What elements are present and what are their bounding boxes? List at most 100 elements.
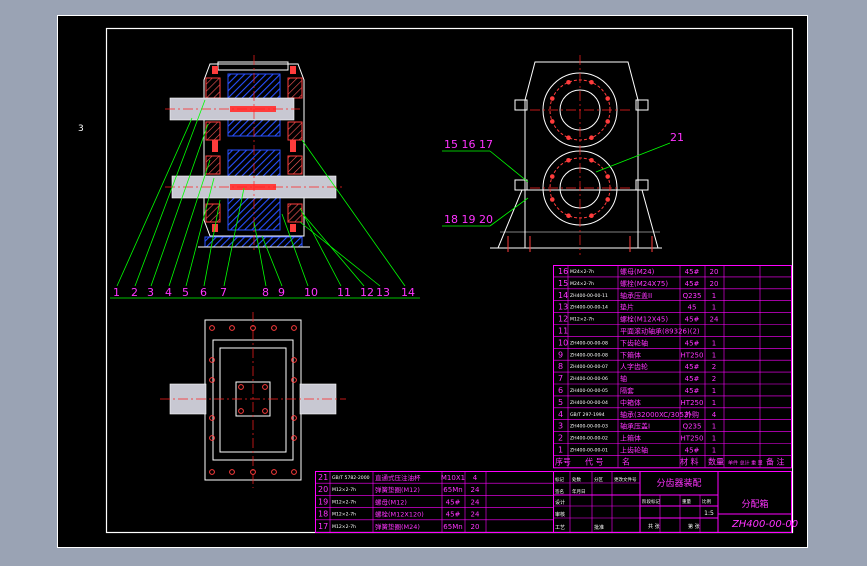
part-qty: 4 <box>473 474 478 482</box>
part-code: ZH400-00-00-08 <box>570 352 608 358</box>
side-callout-group-a: 15 16 17 <box>444 138 493 151</box>
bolt-hole <box>605 119 611 124</box>
bolt-hole <box>549 197 555 202</box>
front-callout-8: 8 <box>262 286 269 299</box>
bearing-upper-left <box>205 77 221 99</box>
title-role-label: 设计 <box>555 499 565 506</box>
part-no: 5 <box>558 398 563 407</box>
part-name: 螺栓(M24X75) <box>620 279 668 288</box>
title-sheet-label: 共 张 <box>648 523 660 530</box>
part-code: ZH400-00-00-11 <box>570 293 608 299</box>
part-material: 65Mn <box>443 523 462 531</box>
part-name: 下齿轮轴 <box>620 338 648 347</box>
bolt-hole <box>566 213 571 219</box>
front-base <box>204 236 303 248</box>
title-row-label: 标记 <box>555 476 564 483</box>
part-no: 14 <box>558 291 568 300</box>
part-no: 18 <box>318 510 328 519</box>
part-material: 45# <box>446 498 461 506</box>
part-material: 45# <box>685 447 700 455</box>
part-code: ZH400-00-00-04 <box>570 400 608 406</box>
part-name: 轴承压盖I <box>620 422 650 431</box>
front-callout-1: 1 <box>113 286 120 299</box>
bolt-hole <box>566 79 571 85</box>
part-code: M24×2-7h <box>570 281 594 287</box>
front-callout-7: 7 <box>220 286 227 299</box>
part-material: 45# <box>685 387 700 395</box>
parts-list-header-cell: 序号 <box>555 456 571 466</box>
title-role-label: 审核 <box>555 511 565 518</box>
title-role-label: 工艺 <box>555 525 565 531</box>
part-name: 上箱体 <box>620 434 641 443</box>
part-code: ZH400-00-00-05 <box>570 388 608 394</box>
part-material: Q235 <box>683 423 702 431</box>
sheet-marker: 3 <box>78 124 84 134</box>
part-code: M12×2-7h <box>332 487 356 493</box>
part-name: 轴承压盖II <box>620 291 652 300</box>
part-name: 人字齿轮 <box>620 362 648 371</box>
title-stage-label: 阶段标记 <box>642 498 660 505</box>
part-material: 65Mn <box>443 486 462 494</box>
part-code: ZH400-00-00-08 <box>570 340 608 346</box>
bolt-hole <box>605 197 611 202</box>
part-code: M12×2-7h <box>570 317 594 323</box>
part-name: 直通式压注油杯 <box>375 473 421 482</box>
part-qty: 24 <box>471 486 480 494</box>
parts-list-header-cell: 备 注 <box>766 456 785 466</box>
part-qty: 20 <box>710 268 719 276</box>
part-no: 11 <box>558 327 568 336</box>
part-no: 20 <box>318 485 328 494</box>
part-material: HT250 <box>681 399 704 407</box>
part-material: 45# <box>685 363 700 371</box>
part-qty: 2 <box>712 363 716 371</box>
part-material: 外购 <box>685 410 699 419</box>
part-name: 垫片 <box>620 303 634 312</box>
part-code: GB/T 297-1994 <box>570 412 605 418</box>
title-row-label: 年月日 <box>572 488 586 495</box>
part-material: 45# <box>685 280 700 288</box>
title-row-label: 签名 <box>555 488 564 495</box>
title-row-label: 分区 <box>594 476 603 483</box>
part-material: 45# <box>685 268 700 276</box>
scale-value: 1:5 <box>704 510 714 517</box>
title-sheet-label: 第 张 <box>688 523 700 530</box>
part-material: Q235 <box>683 292 702 300</box>
parts-list-header-cell: 代 号 <box>585 456 604 466</box>
part-name: 螺栓(M12X45) <box>620 315 668 324</box>
part-code: GB/T 5782-2000 <box>332 475 370 481</box>
assembly-name: 分齿器装配 <box>656 477 701 489</box>
part-code: M12×2-7h <box>332 499 356 505</box>
part-name: 轴 <box>620 374 627 383</box>
part-code: M24×2-7h <box>570 269 594 275</box>
bearing-upper-right-2 <box>287 121 303 141</box>
title-stage-label: 重量 <box>682 498 691 505</box>
part-no: 16 <box>558 267 568 276</box>
drawing-sheet: 3 1 2 3 4 5 6 7 8 9 10 11 12 13 14 15 16… <box>57 15 808 548</box>
part-no: 9 <box>558 350 563 359</box>
part-material: 45# <box>685 375 700 383</box>
part-material: 45 <box>688 304 697 312</box>
part-code: ZH400-00-00-14 <box>570 305 608 311</box>
cad-drawing-canvas[interactable]: 3 1 2 3 4 5 6 7 8 9 10 11 12 13 14 15 16… <box>0 0 867 562</box>
part-name: 下箱体 <box>620 350 641 359</box>
part-name: 螺母(M24) <box>620 267 655 276</box>
bolt-hole <box>605 174 611 179</box>
parts-list-header-cell: 材 料 <box>680 456 699 466</box>
part-material: HT250 <box>681 351 704 359</box>
part-qty: 20 <box>710 280 719 288</box>
part-name: 上齿轮轴 <box>620 446 648 455</box>
part-material: 45# <box>446 511 461 519</box>
part-code: ZH400-00-00-03 <box>570 424 608 430</box>
part-name: 平面滚动轴承(89326)(2) <box>620 327 700 336</box>
part-no: 2 <box>558 434 563 443</box>
part-no: 17 <box>318 522 328 531</box>
title-row-label: 更改文件号 <box>614 476 637 483</box>
part-qty: 1 <box>712 351 716 359</box>
front-callout-11: 11 <box>337 286 351 299</box>
part-qty: 1 <box>712 447 716 455</box>
part-no: 15 <box>558 279 568 288</box>
front-callout-3: 3 <box>147 286 154 299</box>
parts-list-header-cell: 单件 总计 重 量 <box>728 459 763 466</box>
part-name: 中箱体 <box>620 398 641 407</box>
part-name: 弹簧垫圈(M24) <box>375 522 420 531</box>
